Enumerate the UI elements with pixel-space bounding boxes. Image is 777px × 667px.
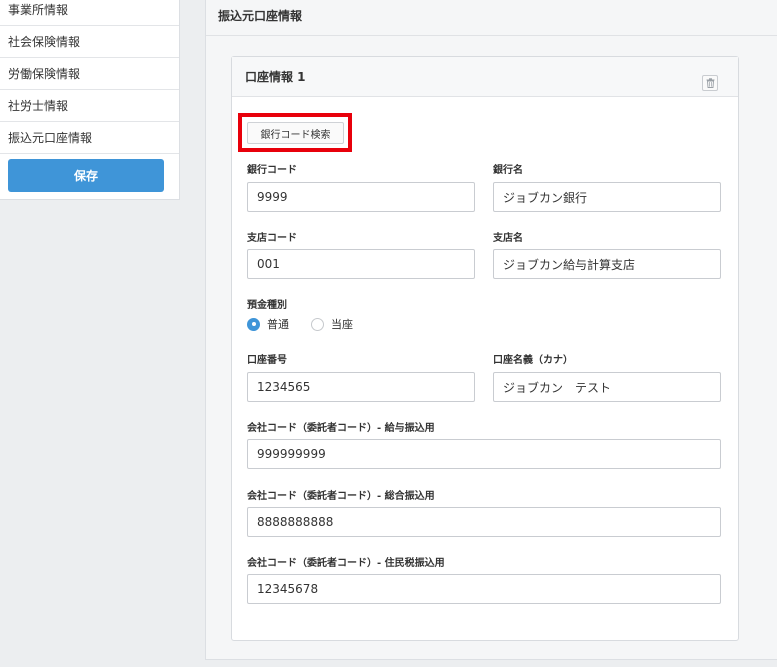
sidebar: 事業所情報 社会保険情報 労働保険情報 社労士情報 振込元口座情報 保存 — [0, 0, 180, 200]
branch-name-label: 支店名 — [493, 233, 523, 244]
deposit-type-label: 預金種別 — [247, 300, 287, 311]
company-code-resident-tax-field[interactable] — [247, 574, 721, 604]
bank-code-label: 銀行コード — [247, 165, 297, 176]
sidebar-item-social-insurance[interactable]: 社会保険情報 — [0, 26, 179, 58]
company-code-resident-tax-label: 会社コード（委託者コード）- 住民税振込用 — [247, 558, 445, 569]
radio-checking-label: 当座 — [331, 318, 353, 331]
sidebar-item-label: 労働保険情報 — [8, 67, 81, 81]
radio-checking[interactable]: 当座 — [311, 316, 353, 332]
deposit-type-radio-group: 普通 当座 — [247, 316, 375, 332]
bank-name-field[interactable] — [493, 182, 721, 212]
bank-code-search-button[interactable]: 銀行コード検索 — [247, 122, 344, 144]
radio-ordinary[interactable]: 普通 — [247, 316, 289, 332]
account-name-label: 口座名義（カナ） — [493, 355, 573, 366]
company-code-salary-label: 会社コード（委託者コード）- 給与振込用 — [247, 423, 435, 434]
bank-code-field[interactable] — [247, 182, 475, 212]
sidebar-item-labor-insurance[interactable]: 労働保険情報 — [0, 58, 179, 90]
card-header: 口座情報 1 — [232, 57, 738, 97]
radio-ordinary-label: 普通 — [267, 318, 289, 331]
bank-name-label: 銀行名 — [493, 165, 523, 176]
branch-code-field[interactable] — [247, 249, 475, 279]
delete-button[interactable] — [702, 75, 718, 91]
save-button[interactable]: 保存 — [8, 159, 164, 192]
card-title: 口座情報 1 — [245, 70, 306, 84]
sidebar-item-source-account[interactable]: 振込元口座情報 — [0, 122, 179, 154]
account-number-label: 口座番号 — [247, 355, 287, 366]
page-title: 振込元口座情報 — [206, 0, 777, 36]
account-number-field[interactable] — [247, 372, 475, 402]
sidebar-item-label: 振込元口座情報 — [8, 131, 93, 145]
sidebar-item-label: 社労士情報 — [8, 99, 69, 113]
trash-icon — [706, 78, 714, 88]
branch-code-label: 支店コード — [247, 233, 297, 244]
sidebar-item-label: 社会保険情報 — [8, 35, 81, 49]
company-code-general-field[interactable] — [247, 507, 721, 537]
company-code-salary-field[interactable] — [247, 439, 721, 469]
branch-name-field[interactable] — [493, 249, 721, 279]
sidebar-item-label: 事業所情報 — [8, 3, 69, 17]
sidebar-item-labor-consultant[interactable]: 社労士情報 — [0, 90, 179, 122]
sidebar-item-office-info[interactable]: 事業所情報 — [0, 0, 179, 26]
account-name-field[interactable] — [493, 372, 721, 402]
radio-unchecked-icon — [311, 317, 324, 331]
radio-checked-icon — [247, 317, 260, 331]
company-code-general-label: 会社コード（委託者コード）- 総合振込用 — [247, 491, 435, 502]
